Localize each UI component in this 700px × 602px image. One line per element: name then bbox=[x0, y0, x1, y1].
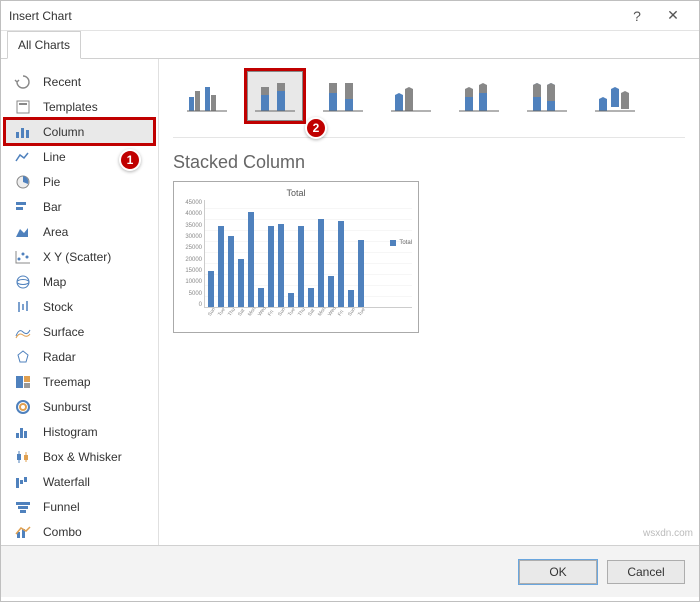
subtype-3d-stacked-column[interactable] bbox=[451, 71, 507, 121]
sidebar-item-label: Column bbox=[43, 125, 84, 139]
subtype-100-stacked-column[interactable] bbox=[315, 71, 371, 121]
sidebar-item-label: Surface bbox=[43, 325, 84, 339]
tab-strip: All Charts bbox=[1, 31, 699, 59]
treemap-icon bbox=[13, 373, 33, 391]
sidebar-item-templates[interactable]: Templates bbox=[5, 94, 154, 119]
legend-label: Total bbox=[399, 240, 412, 246]
sidebar-item-label: Map bbox=[43, 275, 66, 289]
sidebar-item-label: Templates bbox=[43, 100, 98, 114]
sidebar-item-sunburst[interactable]: Sunburst bbox=[5, 394, 154, 419]
sidebar-item-label: Bar bbox=[43, 200, 62, 214]
sidebar-item-label: Area bbox=[43, 225, 68, 239]
sidebar-item-label: Box & Whisker bbox=[43, 450, 122, 464]
subtype-clustered-column[interactable] bbox=[179, 71, 235, 121]
chart-preview[interactable]: Total 4500040000350003000025000200001500… bbox=[173, 181, 419, 333]
chart-heading: Stacked Column bbox=[173, 152, 685, 173]
legend-swatch bbox=[390, 240, 396, 246]
footer: OK Cancel bbox=[1, 545, 699, 597]
sidebar-item-recent[interactable]: Recent bbox=[5, 69, 154, 94]
radar-icon bbox=[13, 348, 33, 366]
preview-title: Total bbox=[180, 188, 412, 198]
area-icon bbox=[13, 223, 33, 241]
preview-y-axis: 4500040000350003000025000200001500010000… bbox=[180, 200, 204, 308]
tab-all-charts[interactable]: All Charts bbox=[7, 31, 81, 59]
bar-icon bbox=[13, 198, 33, 216]
ok-button[interactable]: OK bbox=[519, 560, 597, 584]
sidebar-item-radar[interactable]: Radar bbox=[5, 344, 154, 369]
map-icon bbox=[13, 273, 33, 291]
help-button[interactable]: ? bbox=[619, 8, 655, 24]
sidebar-item-combo[interactable]: Combo bbox=[5, 519, 154, 544]
cancel-button[interactable]: Cancel bbox=[607, 560, 685, 584]
watermark: wsxdn.com bbox=[643, 528, 693, 539]
sidebar-item-label: Histogram bbox=[43, 425, 98, 439]
combo-icon bbox=[13, 523, 33, 541]
annotation-marker-2: 2 bbox=[305, 117, 327, 139]
sidebar-item-label: Pie bbox=[43, 175, 60, 189]
funnel-icon bbox=[13, 498, 33, 516]
subtype-3d-100-stacked-column[interactable] bbox=[519, 71, 575, 121]
close-button[interactable]: ✕ bbox=[655, 7, 691, 24]
waterfall-icon bbox=[13, 473, 33, 491]
sidebar-item-label: Waterfall bbox=[43, 475, 90, 489]
sidebar-item-waterfall[interactable]: Waterfall bbox=[5, 469, 154, 494]
sidebar-item-histogram[interactable]: Histogram bbox=[5, 419, 154, 444]
sunburst-icon bbox=[13, 398, 33, 416]
titlebar: Insert Chart ? ✕ bbox=[1, 1, 699, 31]
sidebar-item-treemap[interactable]: Treemap bbox=[5, 369, 154, 394]
sidebar-item-scatter[interactable]: X Y (Scatter) bbox=[5, 244, 154, 269]
content-pane: Stacked Column Total 4500040000350003000… bbox=[159, 59, 699, 545]
boxwhisker-icon bbox=[13, 448, 33, 466]
sidebar-item-area[interactable]: Area bbox=[5, 219, 154, 244]
preview-legend: Total bbox=[390, 240, 412, 246]
templates-icon bbox=[13, 98, 33, 116]
sidebar-item-label: Sunburst bbox=[43, 400, 91, 414]
sidebar-item-funnel[interactable]: Funnel bbox=[5, 494, 154, 519]
recent-icon bbox=[13, 73, 33, 91]
subtype-3d-clustered-column[interactable] bbox=[383, 71, 439, 121]
stock-icon bbox=[13, 298, 33, 316]
preview-chart-area: 4500040000350003000025000200001500010000… bbox=[180, 200, 412, 308]
sidebar: Recent Templates Column Line Pie Bar Are… bbox=[1, 59, 159, 545]
sidebar-item-column[interactable]: Column bbox=[5, 119, 154, 144]
column-icon bbox=[13, 123, 33, 141]
sidebar-item-boxwhisker[interactable]: Box & Whisker bbox=[5, 444, 154, 469]
sidebar-item-label: Stock bbox=[43, 300, 73, 314]
preview-plot bbox=[204, 200, 412, 308]
line-icon bbox=[13, 148, 33, 166]
sidebar-item-label: X Y (Scatter) bbox=[43, 250, 111, 264]
main-area: Recent Templates Column Line Pie Bar Are… bbox=[1, 59, 699, 545]
sidebar-item-label: Radar bbox=[43, 350, 76, 364]
sidebar-item-label: Combo bbox=[43, 525, 82, 539]
histogram-icon bbox=[13, 423, 33, 441]
chart-subtypes-row bbox=[173, 71, 685, 138]
scatter-icon bbox=[13, 248, 33, 266]
sidebar-item-pie[interactable]: Pie bbox=[5, 169, 154, 194]
subtype-3d-column[interactable] bbox=[587, 71, 643, 121]
surface-icon bbox=[13, 323, 33, 341]
sidebar-item-label: Funnel bbox=[43, 500, 80, 514]
sidebar-item-label: Treemap bbox=[43, 375, 91, 389]
sidebar-item-surface[interactable]: Surface bbox=[5, 319, 154, 344]
sidebar-item-map[interactable]: Map bbox=[5, 269, 154, 294]
sidebar-item-stock[interactable]: Stock bbox=[5, 294, 154, 319]
subtype-stacked-column[interactable] bbox=[247, 71, 303, 121]
annotation-marker-1: 1 bbox=[119, 149, 141, 171]
preview-x-axis: SunTueThuSatMonWedFriSunTueThuSatMonWedF… bbox=[204, 308, 412, 314]
sidebar-item-label: Recent bbox=[43, 75, 81, 89]
pie-icon bbox=[13, 173, 33, 191]
sidebar-item-label: Line bbox=[43, 150, 66, 164]
sidebar-item-bar[interactable]: Bar bbox=[5, 194, 154, 219]
window-title: Insert Chart bbox=[9, 9, 619, 23]
